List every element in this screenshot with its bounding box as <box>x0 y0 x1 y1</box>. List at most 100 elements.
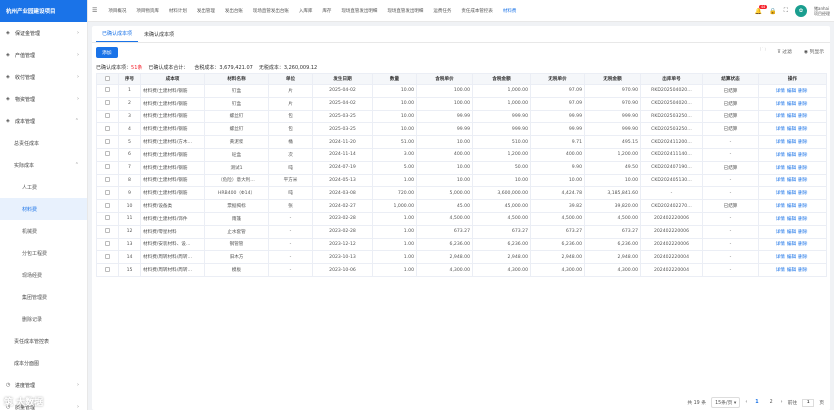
goto-input[interactable] <box>802 398 815 407</box>
header-tab-1[interactable]: 项目物资库 <box>131 0 164 21</box>
delete-link[interactable]: 删除 <box>798 114 807 119</box>
edit-link[interactable]: 编辑 <box>787 114 796 119</box>
detail-link[interactable]: 详情 <box>776 242 785 247</box>
detail-link[interactable]: 详情 <box>776 127 785 132</box>
delete-link[interactable]: 删除 <box>798 191 807 196</box>
fullscreen-icon[interactable]: ⛶ <box>784 7 788 15</box>
row-checkbox[interactable] <box>105 112 110 118</box>
sidebar-actual-child-4[interactable]: 现场经费 <box>0 264 87 286</box>
detail-link[interactable]: 详情 <box>776 178 785 183</box>
avatar[interactable]: ✿ <box>795 5 807 17</box>
delete-link[interactable]: 删除 <box>798 166 807 171</box>
delete-link[interactable]: 删除 <box>798 217 807 222</box>
filter-button[interactable]: ⊽ 过滤 <box>777 48 792 55</box>
delete-link[interactable]: 删除 <box>798 268 807 273</box>
delete-link[interactable]: 删除 <box>798 127 807 132</box>
detail-link[interactable]: 详情 <box>776 140 785 145</box>
header-tab-10[interactable]: 运费任务 <box>428 0 456 21</box>
header-tab-11[interactable]: 责任成本管控表 <box>456 0 498 21</box>
edit-link[interactable]: 编辑 <box>787 153 796 158</box>
sidebar-item-0[interactable]: ◈ 保证金管理 › <box>0 22 87 44</box>
header-tab-6[interactable]: 入库库 <box>294 0 318 21</box>
row-checkbox[interactable] <box>105 138 110 144</box>
delete-link[interactable]: 删除 <box>798 178 807 183</box>
edit-link[interactable]: 编辑 <box>787 166 796 171</box>
edit-link[interactable]: 编辑 <box>787 102 796 107</box>
row-checkbox[interactable] <box>105 100 110 106</box>
edit-link[interactable]: 编辑 <box>787 140 796 145</box>
row-checkbox[interactable] <box>105 215 110 221</box>
detail-link[interactable]: 详情 <box>776 166 785 171</box>
sidebar-bottom-0[interactable]: ◷ 进度管理 › <box>0 374 87 396</box>
lock-icon[interactable]: 🔒 <box>769 8 776 15</box>
delete-link[interactable]: 删除 <box>798 102 807 107</box>
sidebar-after-0[interactable]: 责任成本管控表 <box>0 330 87 352</box>
folder-icon[interactable]: 🗀 <box>760 47 765 55</box>
row-checkbox[interactable] <box>105 164 110 170</box>
edit-link[interactable]: 编辑 <box>787 204 796 209</box>
page-size-select[interactable]: 15条/页 ▾ <box>711 397 741 408</box>
delete-link[interactable]: 删除 <box>798 140 807 145</box>
sidebar-actual-child-2[interactable]: 机械费 <box>0 220 87 242</box>
row-checkbox[interactable] <box>105 253 110 259</box>
edit-link[interactable]: 编辑 <box>787 191 796 196</box>
sidebar-actual-child-6[interactable]: 删除记录 <box>0 308 87 330</box>
edit-link[interactable]: 编辑 <box>787 255 796 260</box>
header-tab-0[interactable]: 项目概况 <box>103 0 131 21</box>
detail-link[interactable]: 详情 <box>776 255 785 260</box>
row-checkbox[interactable] <box>105 266 110 272</box>
tab-confirmed[interactable]: 已确认成本项 <box>96 26 139 42</box>
delete-link[interactable]: 删除 <box>798 204 807 209</box>
sidebar-actual-child-0[interactable]: 人工费 <box>0 176 87 198</box>
edit-link[interactable]: 编辑 <box>787 242 796 247</box>
row-checkbox[interactable] <box>105 176 110 182</box>
next-page-icon[interactable]: › <box>781 400 783 405</box>
sidebar-actual-child-1[interactable]: 材料费 <box>0 198 87 220</box>
menu-toggle-icon[interactable]: ☰ <box>92 7 97 14</box>
detail-link[interactable]: 详情 <box>776 217 785 222</box>
row-checkbox[interactable] <box>105 228 110 234</box>
detail-link[interactable]: 详情 <box>776 268 785 273</box>
edit-link[interactable]: 编辑 <box>787 127 796 132</box>
edit-link[interactable]: 编辑 <box>787 268 796 273</box>
header-tab-4[interactable]: 发出台账 <box>220 0 248 21</box>
header-tab-3[interactable]: 发出管理 <box>192 0 220 21</box>
detail-link[interactable]: 详情 <box>776 114 785 119</box>
row-checkbox[interactable] <box>105 151 110 157</box>
row-checkbox[interactable] <box>105 240 110 246</box>
sidebar-cost-child-0[interactable]: 总责任成本 <box>0 132 87 154</box>
sidebar-after-1[interactable]: 成本分面图 <box>0 352 87 374</box>
edit-link[interactable]: 编辑 <box>787 230 796 235</box>
bell-icon[interactable]: 🔔 44 <box>755 4 768 15</box>
edit-link[interactable]: 编辑 <box>787 89 796 94</box>
tab-unconfirmed[interactable]: 未确认成本项 <box>138 26 180 42</box>
row-checkbox[interactable] <box>105 202 110 208</box>
detail-link[interactable]: 详情 <box>776 191 785 196</box>
row-checkbox[interactable] <box>105 125 110 131</box>
sidebar-item-3[interactable]: ◈ 物资管理 › <box>0 88 87 110</box>
delete-link[interactable]: 删除 <box>798 153 807 158</box>
sidebar-actual-child-5[interactable]: 集团管理费 <box>0 286 87 308</box>
prev-page-icon[interactable]: ‹ <box>745 400 747 405</box>
add-button[interactable]: 添加 <box>96 46 118 58</box>
row-checkbox[interactable] <box>105 87 110 93</box>
edit-link[interactable]: 编辑 <box>787 178 796 183</box>
sidebar-cost-child-1[interactable]: 实际成本 ⌃ <box>0 154 87 176</box>
header-tab-5[interactable]: 现场直管发出台账 <box>248 0 294 21</box>
detail-link[interactable]: 详情 <box>776 230 785 235</box>
select-all-checkbox[interactable] <box>105 75 110 81</box>
user-info[interactable]: 猪anhai 项目经理 <box>814 6 830 16</box>
detail-link[interactable]: 详情 <box>776 102 785 107</box>
sidebar-item-1[interactable]: ◈ 产值管理 › <box>0 44 87 66</box>
edit-link[interactable]: 编辑 <box>787 217 796 222</box>
header-tab-7[interactable]: 库存 <box>317 0 336 21</box>
detail-link[interactable]: 详情 <box>776 204 785 209</box>
detail-link[interactable]: 详情 <box>776 89 785 94</box>
row-checkbox[interactable] <box>105 189 110 195</box>
delete-link[interactable]: 删除 <box>798 89 807 94</box>
detail-link[interactable]: 详情 <box>776 153 785 158</box>
header-tab-2[interactable]: 材料计划 <box>164 0 192 21</box>
delete-link[interactable]: 删除 <box>798 242 807 247</box>
delete-link[interactable]: 删除 <box>798 230 807 235</box>
sidebar-item-4[interactable]: ◈ 成本管理 ⌃ <box>0 110 87 132</box>
